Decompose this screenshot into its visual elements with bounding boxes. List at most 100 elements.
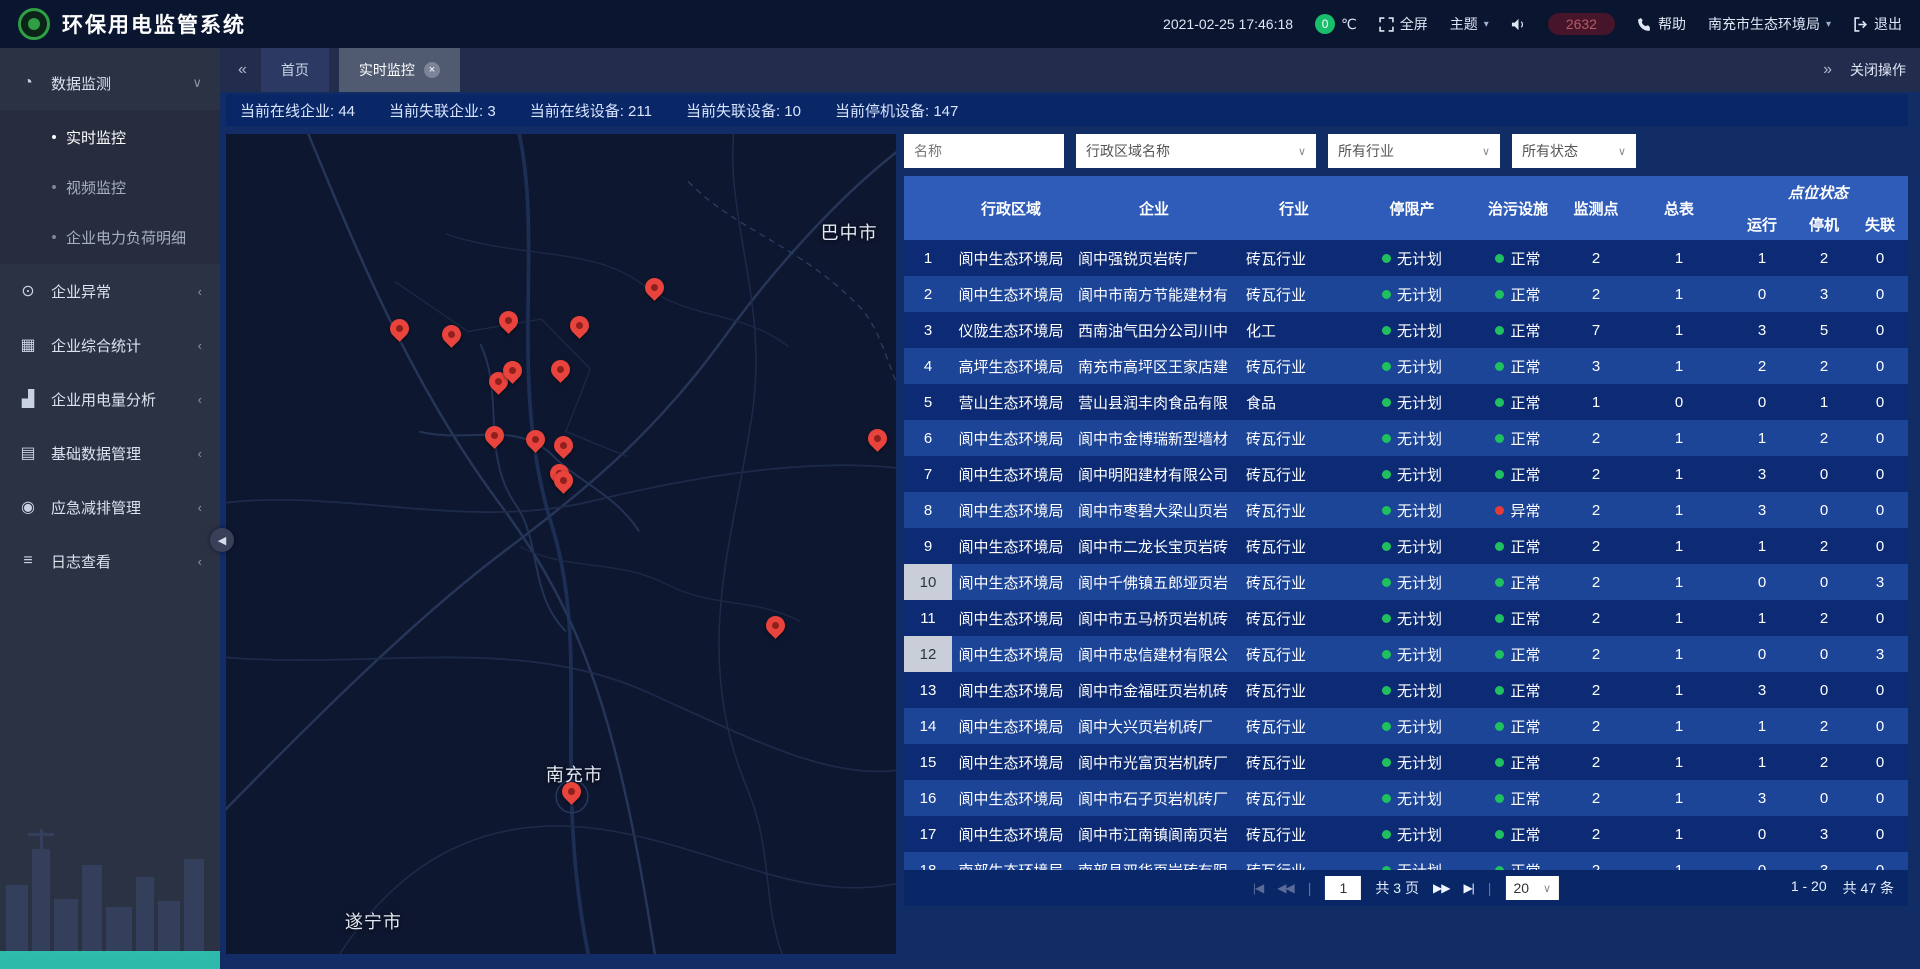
log-icon: ≡: [18, 552, 38, 570]
table-row[interactable]: 6阆中生态环境局阆中市金博瑞新型墙材砖瓦行业无计划正常21120: [904, 420, 1908, 456]
table-row[interactable]: 13阆中生态环境局阆中市金福旺页岩机砖砖瓦行业无计划正常21300: [904, 672, 1908, 708]
points-cell: 2: [1562, 276, 1630, 312]
table-row[interactable]: 15阆中生态环境局阆中市光富页岩机砖厂砖瓦行业无计划正常21120: [904, 744, 1908, 780]
sidebar-group[interactable]: ⊙企业异常‹: [0, 264, 220, 318]
limit-status-text: 无计划: [1397, 320, 1442, 341]
table-row[interactable]: 14阆中生态环境局阆中大兴页岩机砖厂砖瓦行业无计划正常21120: [904, 708, 1908, 744]
next-page-button[interactable]: ▶▶: [1433, 881, 1449, 895]
sidebar-group[interactable]: ◉应急减排管理‹: [0, 480, 220, 534]
fullscreen-button[interactable]: 全屏: [1379, 14, 1428, 34]
alert-count-badge[interactable]: 2632: [1548, 13, 1615, 35]
close-operations-button[interactable]: 关闭操作: [1850, 60, 1906, 80]
status-dot-icon: [1495, 326, 1504, 335]
industry-filter-select[interactable]: 所有行业 ∨: [1328, 134, 1500, 168]
limit-status-cell: 无计划: [1350, 780, 1474, 816]
row-index-cell: 18: [904, 852, 952, 870]
stop-cell: 2: [1796, 348, 1852, 384]
table-row[interactable]: 16阆中生态环境局阆中市石子页岩机砖厂砖瓦行业无计划正常21300: [904, 780, 1908, 816]
org-label: 南充市生态环境局: [1708, 14, 1820, 34]
pagination-range: 1 - 20 共 47 条: [1791, 878, 1894, 898]
tabs-scroll-right-button[interactable]: »: [1819, 61, 1836, 79]
limit-status-cell: 无计划: [1350, 384, 1474, 420]
table-row[interactable]: 2阆中生态环境局阆中市南方节能建材有砖瓦行业无计划正常21030: [904, 276, 1908, 312]
points-cell: 2: [1562, 528, 1630, 564]
row-index-cell: 7: [904, 456, 952, 492]
sidebar-item[interactable]: 企业电力负荷明细: [0, 212, 220, 262]
industry-cell: 砖瓦行业: [1238, 348, 1350, 384]
help-button[interactable]: 帮助: [1637, 14, 1686, 34]
limit-status-text: 无计划: [1397, 248, 1442, 269]
sidebar-group[interactable]: ≡日志查看‹: [0, 534, 220, 588]
treatment-status-cell: 正常: [1474, 312, 1562, 348]
first-page-button[interactable]: |◀: [1253, 881, 1263, 895]
table-row[interactable]: 3仪陇生态环境局西南油气田分公司川中化工无计划正常71350: [904, 312, 1908, 348]
table-row[interactable]: 7阆中生态环境局阆中明阳建材有限公司砖瓦行业无计划正常21300: [904, 456, 1908, 492]
sidebar-group[interactable]: ▟企业用电量分析‹: [0, 372, 220, 426]
points-cell: 2: [1562, 672, 1630, 708]
table-row[interactable]: 17阆中生态环境局阆中市江南镇阆南页岩砖瓦行业无计划正常21030: [904, 816, 1908, 852]
sidebar-group[interactable]: ▤基础数据管理‹: [0, 426, 220, 480]
sidebar-group[interactable]: ▦企业综合统计‹: [0, 318, 220, 372]
name-filter-input[interactable]: [904, 134, 1064, 168]
table-row[interactable]: 12阆中生态环境局阆中市忠信建材有限公砖瓦行业无计划正常21003: [904, 636, 1908, 672]
tabs-scroll-left-button[interactable]: «: [234, 61, 251, 79]
city-skyline-illustration: [0, 789, 220, 969]
region-cell: 营山生态环境局: [952, 384, 1070, 420]
last-page-button[interactable]: ▶|: [1463, 881, 1473, 895]
stop-column-header: 停机: [1796, 208, 1852, 240]
chevron-down-icon: ∨: [1618, 145, 1626, 158]
theme-dropdown[interactable]: 主题 ▾: [1450, 14, 1489, 34]
status-dot-icon: [1382, 578, 1391, 587]
table-row[interactable]: 11阆中生态环境局阆中市五马桥页岩机砖砖瓦行业无计划正常21120: [904, 600, 1908, 636]
treatment-status-cell: 正常: [1474, 348, 1562, 384]
table-row[interactable]: 18南部生态环境局南部县双华页岩砖有限砖瓦行业无计划正常21030: [904, 852, 1908, 870]
table-row[interactable]: 1阆中生态环境局阆中强锐页岩砖厂砖瓦行业无计划正常21120: [904, 240, 1908, 276]
map[interactable]: 巴中市南充市遂宁市: [226, 134, 896, 954]
close-tab-icon[interactable]: ×: [424, 62, 440, 78]
tab-home[interactable]: 首页: [261, 48, 329, 92]
status-dot-icon: [1495, 434, 1504, 443]
org-dropdown[interactable]: 南充市生态环境局 ▾: [1708, 14, 1831, 34]
points-column-header: 监测点: [1562, 176, 1630, 240]
table-row[interactable]: 5营山生态环境局营山县润丰肉食品有限食品无计划正常10010: [904, 384, 1908, 420]
sidebar-item[interactable]: 实时监控: [0, 112, 220, 162]
row-index-cell: 10: [904, 564, 952, 600]
lost-cell: 0: [1852, 420, 1908, 456]
table-body: 1阆中生态环境局阆中强锐页岩砖厂砖瓦行业无计划正常211202阆中生态环境局阆中…: [904, 240, 1908, 870]
theme-label: 主题: [1450, 14, 1478, 34]
region-cell: 阆中生态环境局: [952, 672, 1070, 708]
stop-cell: 5: [1796, 312, 1852, 348]
sidebar-item[interactable]: 视频监控: [0, 162, 220, 212]
prev-page-button[interactable]: ◀◀: [1277, 881, 1293, 895]
page-number-input[interactable]: [1325, 876, 1361, 900]
status-filter-select[interactable]: 所有状态 ∨: [1512, 134, 1636, 168]
limit-status-cell: 无计划: [1350, 816, 1474, 852]
pagination-controls: |◀ ◀◀ | 共 3 页 ▶▶ ▶| | 20 ∨: [1253, 876, 1559, 900]
logout-button[interactable]: 退出: [1853, 14, 1902, 34]
region-filter-select[interactable]: 行政区域名称 ∨: [1076, 134, 1316, 168]
lost-cell: 0: [1852, 708, 1908, 744]
table-row[interactable]: 10阆中生态环境局阆中千佛镇五郎垭页岩砖瓦行业无计划正常21003: [904, 564, 1908, 600]
tab-realtime-monitor[interactable]: 实时监控 ×: [339, 48, 460, 92]
lost-cell: 0: [1852, 492, 1908, 528]
industry-cell: 砖瓦行业: [1238, 564, 1350, 600]
meters-cell: 1: [1630, 492, 1728, 528]
table-row[interactable]: 8阆中生态环境局阆中市枣碧大梁山页岩砖瓦行业无计划异常21300: [904, 492, 1908, 528]
industry-cell: 砖瓦行业: [1238, 636, 1350, 672]
industry-filter-value: 所有行业: [1338, 141, 1394, 161]
stop-cell: 3: [1796, 816, 1852, 852]
sidebar-collapse-button[interactable]: ◀: [210, 528, 234, 552]
meters-cell: 1: [1630, 708, 1728, 744]
limit-status-text: 无计划: [1397, 572, 1442, 593]
lost-cell: 0: [1852, 384, 1908, 420]
sound-button[interactable]: [1511, 17, 1526, 32]
sidebar-group[interactable]: ◔数据监测∨: [0, 56, 220, 110]
page-size-select[interactable]: 20 ∨: [1505, 876, 1559, 900]
industry-cell: 砖瓦行业: [1238, 276, 1350, 312]
table-row[interactable]: 4高坪生态环境局南充市高坪区王家店建砖瓦行业无计划正常31220: [904, 348, 1908, 384]
table-row[interactable]: 9阆中生态环境局阆中市二龙长宝页岩砖砖瓦行业无计划正常21120: [904, 528, 1908, 564]
fullscreen-icon: [1379, 17, 1394, 32]
limit-status-text: 无计划: [1397, 716, 1442, 737]
run-cell: 0: [1728, 276, 1796, 312]
status-dot-icon: [1382, 722, 1391, 731]
